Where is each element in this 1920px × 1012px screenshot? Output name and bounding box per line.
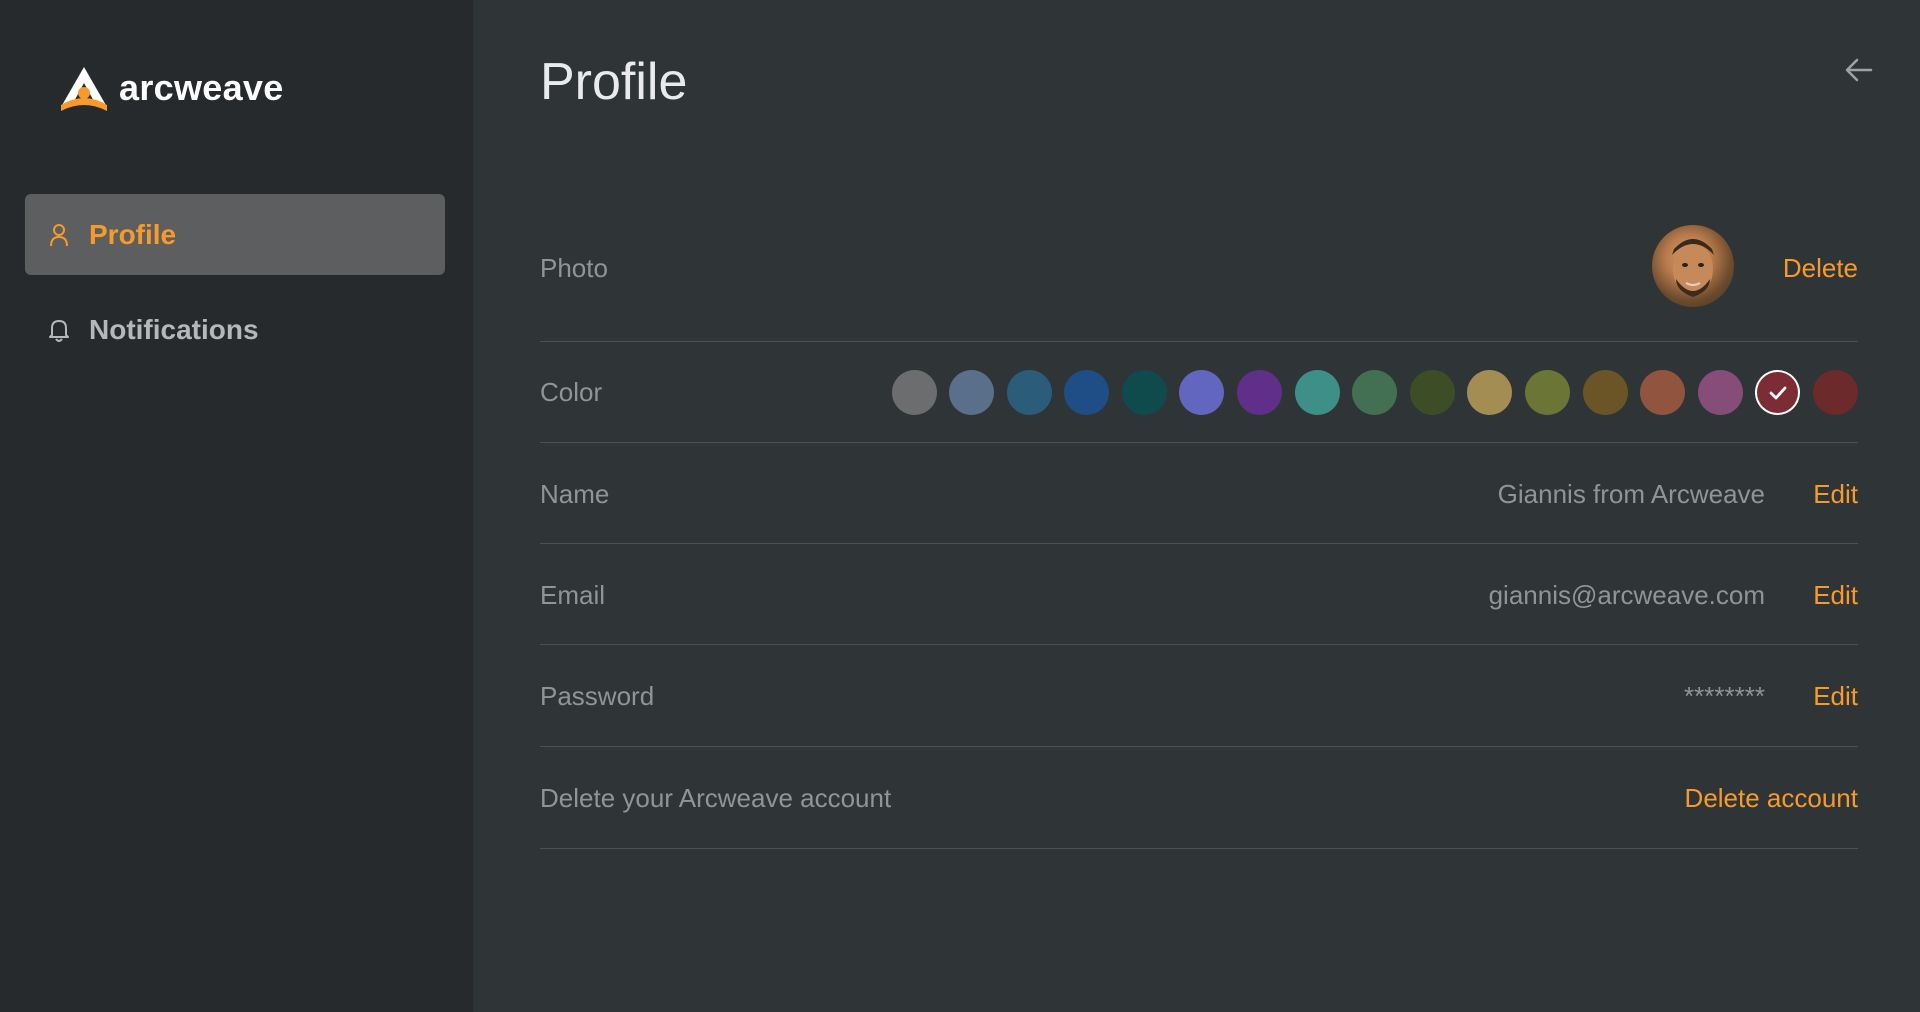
color-swatch[interactable] <box>1179 370 1225 415</box>
password-label: Password <box>540 681 655 711</box>
check-icon <box>1769 386 1787 399</box>
color-swatch[interactable] <box>1755 370 1801 415</box>
color-swatch[interactable] <box>1697 370 1743 415</box>
page-title: Profile <box>540 53 688 111</box>
sidebar-item-label: Profile <box>89 218 177 250</box>
color-swatch[interactable] <box>1582 370 1628 415</box>
color-swatch[interactable] <box>1064 370 1110 415</box>
email-value: giannis@arcweave.com <box>1488 580 1765 610</box>
delete-account-label: Delete your Arcweave account <box>540 783 892 813</box>
edit-password-button[interactable]: Edit <box>1813 681 1858 712</box>
photo-row: Photo Delete <box>540 200 1858 342</box>
photo-label: Photo <box>540 253 608 283</box>
email-row: Email giannis@arcweave.com Edit <box>540 544 1858 645</box>
avatar[interactable] <box>1652 225 1734 307</box>
edit-email-button[interactable]: Edit <box>1813 580 1858 611</box>
name-label: Name <box>540 479 610 509</box>
color-row: Color <box>540 342 1858 443</box>
color-swatch[interactable] <box>1409 370 1455 415</box>
name-value: Giannis from Arcweave <box>1497 479 1765 509</box>
color-swatch[interactable] <box>1352 370 1398 415</box>
arrow-left-icon[interactable] <box>1843 54 1875 86</box>
user-icon <box>47 222 71 248</box>
color-swatch[interactable] <box>1467 370 1513 415</box>
color-swatch[interactable] <box>891 370 937 415</box>
color-swatch[interactable] <box>1294 370 1340 415</box>
delete-account-button[interactable]: Delete account <box>1685 783 1858 814</box>
name-row: Name Giannis from Arcweave Edit <box>540 443 1858 544</box>
bell-icon <box>47 317 71 343</box>
delete-photo-button[interactable]: Delete <box>1783 253 1858 284</box>
color-label: Color <box>540 377 603 407</box>
sidebar-item-profile[interactable]: Profile <box>25 194 445 275</box>
password-row: Password ******** Edit <box>540 645 1858 747</box>
logo-text: arcweave <box>119 67 284 108</box>
main-content: Profile Photo Delete Color Name Giannis … <box>473 0 1920 1012</box>
color-swatch[interactable] <box>1525 370 1571 415</box>
edit-name-button[interactable]: Edit <box>1813 479 1858 510</box>
color-swatch[interactable] <box>1237 370 1283 415</box>
email-label: Email <box>540 580 606 610</box>
sidebar-item-notifications[interactable]: Notifications <box>25 289 445 370</box>
color-swatch[interactable] <box>949 370 995 415</box>
delete-account-row: Delete your Arcweave account Delete acco… <box>540 747 1858 849</box>
color-swatch[interactable] <box>1640 370 1686 415</box>
arcweave-logo[interactable]: arcweave <box>57 64 284 112</box>
password-value: ******** <box>1684 681 1765 711</box>
color-swatch[interactable] <box>1006 370 1052 415</box>
color-swatch[interactable] <box>1121 370 1167 415</box>
color-swatch[interactable] <box>1813 370 1858 415</box>
sidebar: arcweave Profile Notifications <box>0 0 473 1012</box>
arcweave-logo-icon <box>61 67 107 111</box>
color-swatch-list <box>891 370 1858 415</box>
sidebar-item-label: Notifications <box>89 313 259 345</box>
